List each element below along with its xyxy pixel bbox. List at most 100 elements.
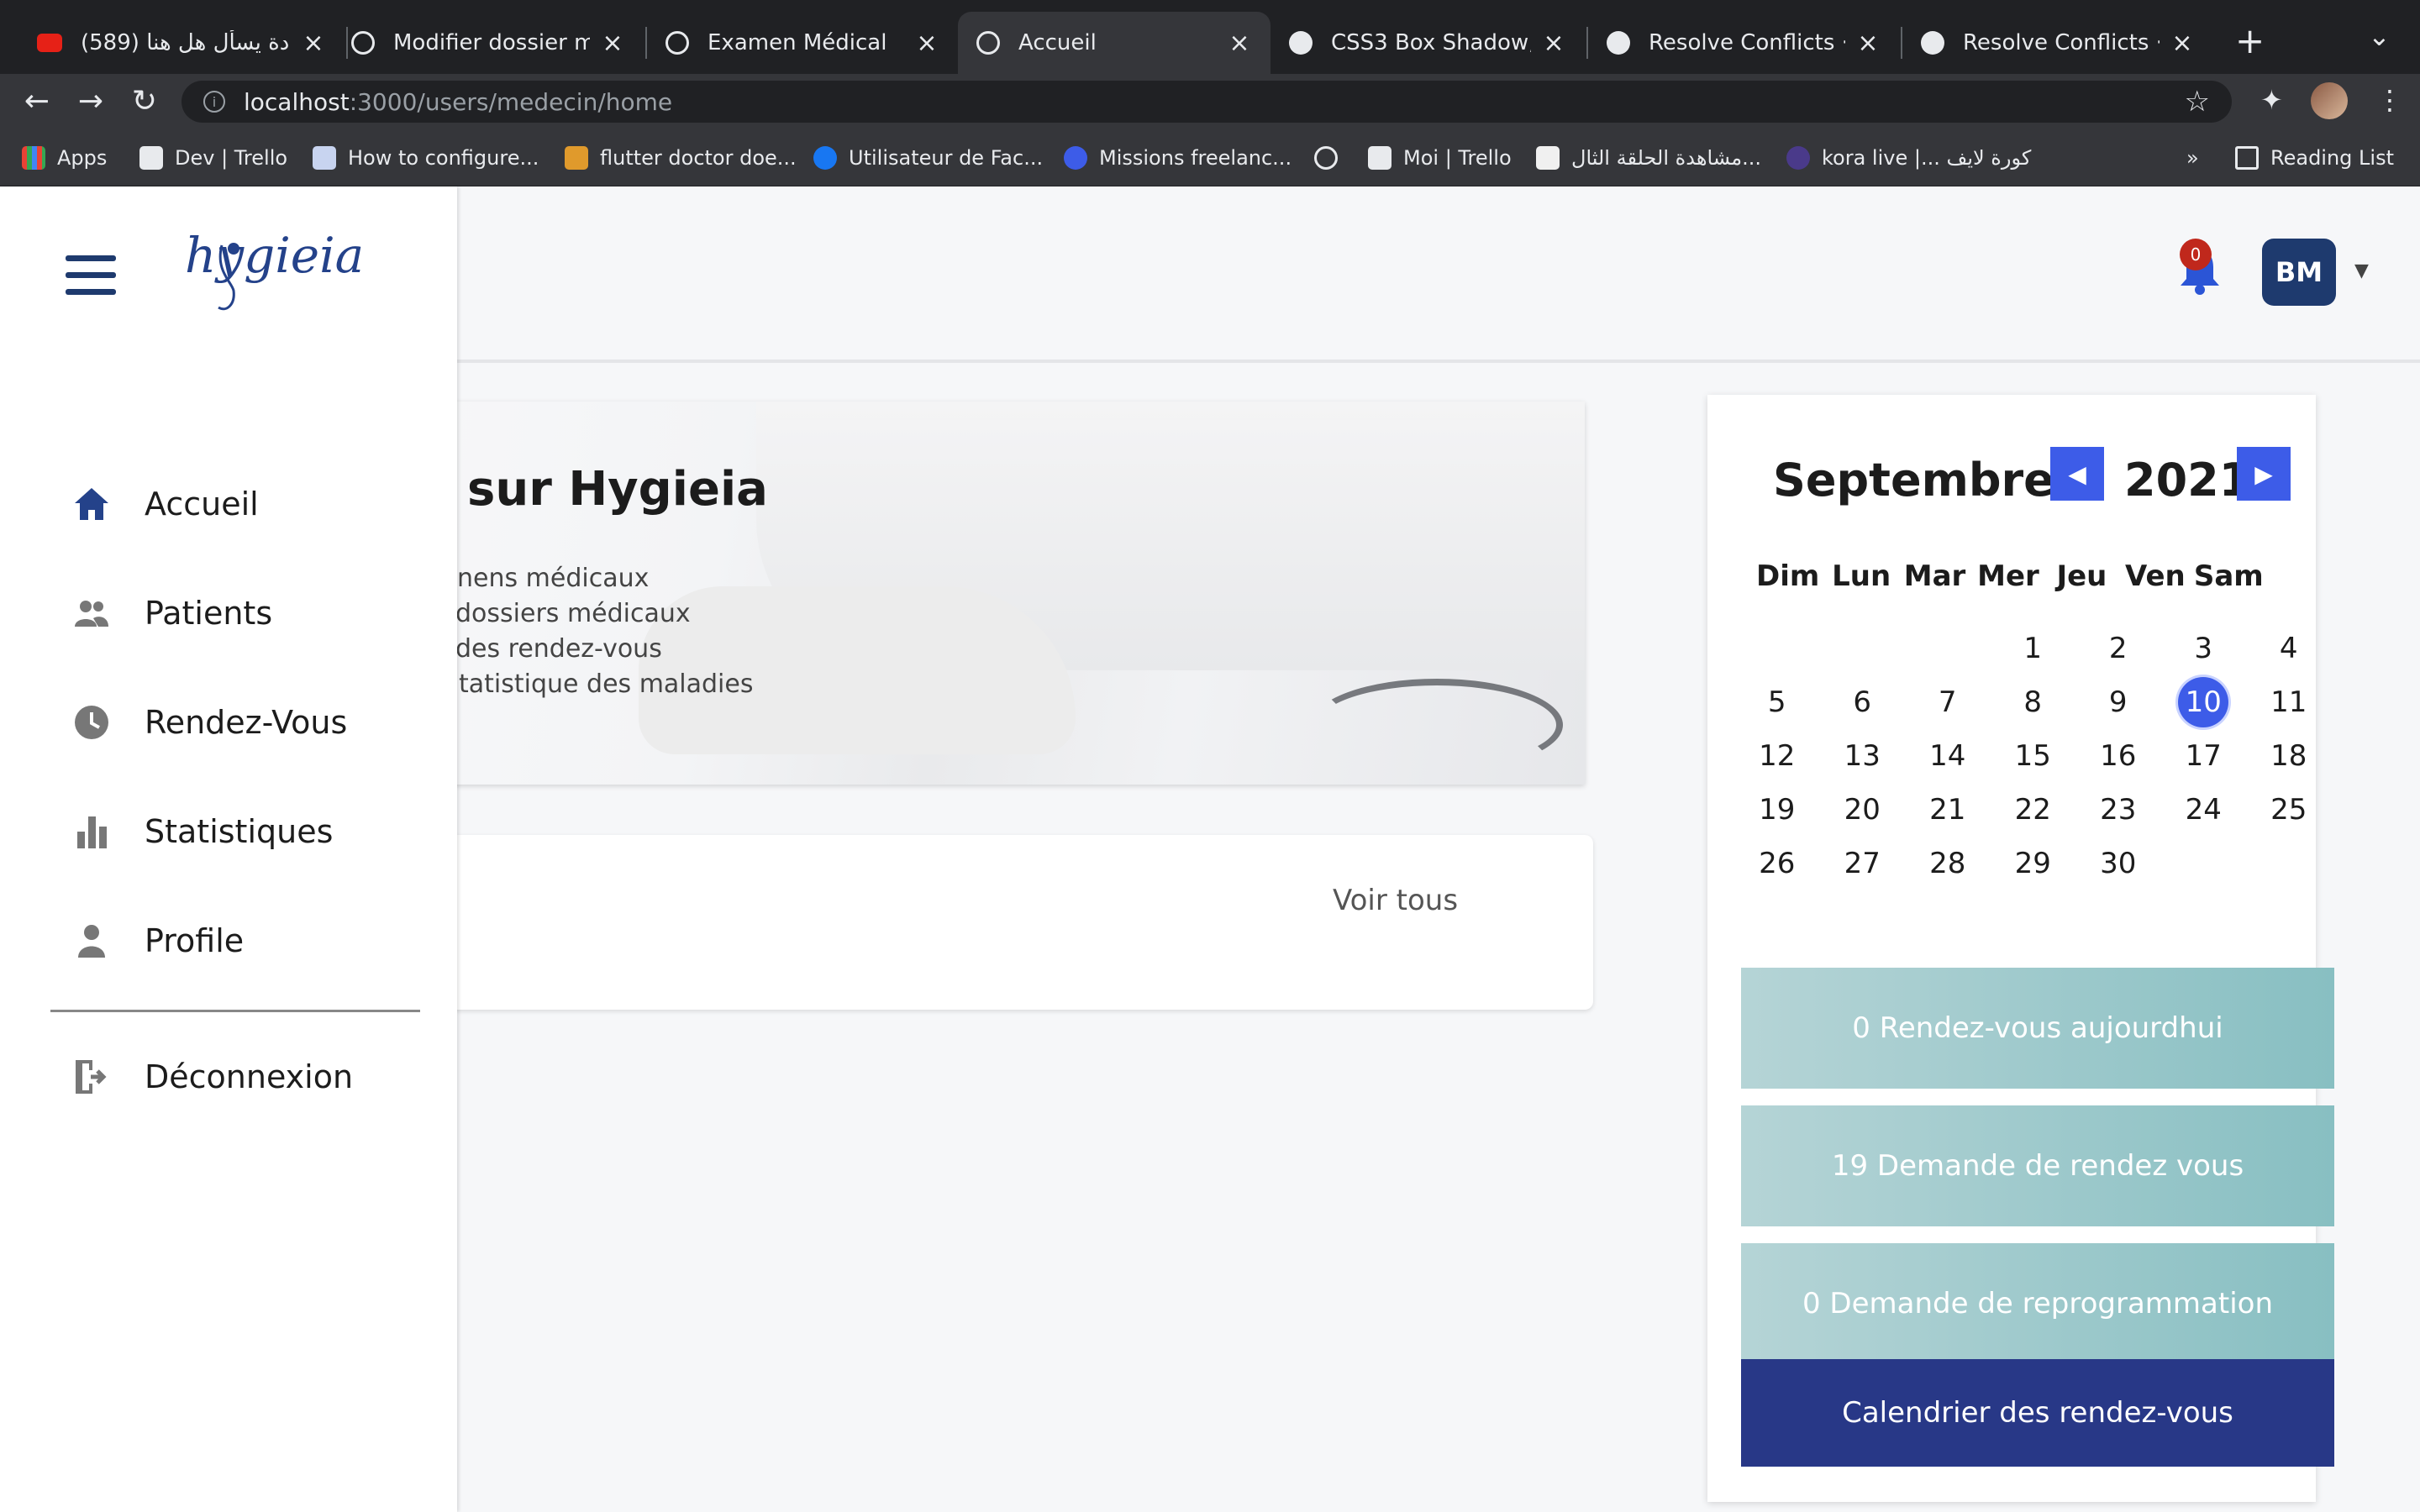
bookmark-apps[interactable]: Apps <box>22 143 107 173</box>
sidebar-item-label: Rendez-Vous <box>145 704 348 741</box>
close-icon[interactable]: × <box>1855 29 1881 58</box>
appointment-requests-button[interactable]: 19 Demande de rendez vous <box>1741 1105 2334 1226</box>
bookmark-globe[interactable] <box>1314 143 1349 173</box>
globe-icon <box>666 31 689 55</box>
calendar-day[interactable]: 29 <box>1991 837 2076 890</box>
sidebar-item-rendez-vous[interactable]: Rendez-Vous <box>72 697 347 748</box>
extensions-icon[interactable]: ✦ <box>2260 84 2283 116</box>
close-icon[interactable]: × <box>1227 29 1252 58</box>
calendar-day[interactable]: 3 <box>2161 622 2247 675</box>
browser-tab[interactable]: Resolve Conflicts · Pu × <box>1902 12 2213 74</box>
calendar-day-number: 22 <box>2014 793 2051 827</box>
calendar-day[interactable]: 21 <box>1905 783 1991 837</box>
appointments-calendar-button[interactable]: Calendrier des rendez-vous <box>1741 1359 2334 1467</box>
calendar-day[interactable]: 23 <box>2075 783 2161 837</box>
bookmark-item[interactable]: Moi | Trello <box>1368 143 1512 173</box>
sidebar-item-profile[interactable]: Profile <box>72 916 244 966</box>
calendar-day-number: 9 <box>2108 685 2128 719</box>
sidebar-item-accueil[interactable]: Accueil <box>72 479 259 529</box>
bookmark-item[interactable]: Missions freelanc... <box>1064 143 1292 173</box>
bookmark-label: Missions freelanc... <box>1099 146 1292 170</box>
stethoscope-logo-icon: hygieia <box>185 227 364 311</box>
bookmark-item[interactable]: kora live |... كورة لايف <box>1786 143 2031 173</box>
chevron-down-icon[interactable]: ▼ <box>2354 260 2369 281</box>
back-icon[interactable]: ← <box>17 81 57 121</box>
tab-search-icon[interactable]: ⌄ <box>2368 20 2391 52</box>
welcome-title: sur Hygieia <box>467 462 768 517</box>
calendar-day[interactable]: 6 <box>1820 675 1906 729</box>
calendar-day[interactable]: 16 <box>2075 729 2161 783</box>
see-all-link[interactable]: Voir tous <box>1333 884 1458 917</box>
reading-list[interactable]: Reading List <box>2235 143 2394 173</box>
forward-icon[interactable]: → <box>71 81 111 121</box>
browser-tab[interactable]: Resolve Conflicts · Pu × <box>1588 12 1899 74</box>
browser-menu-icon[interactable]: ⋮ <box>2376 84 2403 116</box>
calendar-day[interactable]: 25 <box>2246 783 2332 837</box>
browser-tab[interactable]: CSS3 Box Shadow, or × <box>1270 12 1585 74</box>
calendar-day[interactable]: 12 <box>1734 729 1820 783</box>
calendar-day-number: 16 <box>2100 739 2137 773</box>
calendar-day-number: 15 <box>2014 739 2051 773</box>
calendar-day[interactable]: 14 <box>1905 729 1991 783</box>
calendar-day[interactable]: 20 <box>1820 783 1906 837</box>
browser-tab[interactable]: Examen Médical × <box>647 12 958 74</box>
calendar-day[interactable]: 27 <box>1820 837 1906 890</box>
calendar-day[interactable]: 11 <box>2246 675 2332 729</box>
person-icon <box>72 921 111 960</box>
bookmark-item[interactable]: flutter doctor doe... <box>565 143 797 173</box>
logout-button[interactable]: Déconnexion <box>72 1052 353 1102</box>
site-info-icon[interactable]: i <box>203 91 225 113</box>
close-icon[interactable]: × <box>1541 29 1566 58</box>
calendar-day[interactable]: 1 <box>1991 622 2076 675</box>
calendar-day[interactable]: 13 <box>1820 729 1906 783</box>
tab-title: Modifier dossier médi <box>393 30 590 55</box>
close-icon[interactable]: × <box>2170 29 2195 58</box>
close-icon[interactable]: × <box>914 29 939 58</box>
calendar-day[interactable]: 2 <box>2075 622 2161 675</box>
calendar-day-today[interactable]: 10 <box>2161 675 2247 729</box>
new-tab-icon[interactable]: + <box>2235 20 2265 61</box>
next-month-button[interactable]: ▶ <box>2237 447 2291 501</box>
bookmark-item[interactable]: مشاهدة الحلقة الثال... <box>1536 143 1761 173</box>
calendar-day[interactable]: 15 <box>1991 729 2076 783</box>
sidebar-item-statistiques[interactable]: Statistiques <box>72 806 333 857</box>
calendar-day[interactable]: 28 <box>1905 837 1991 890</box>
notification-badge: 0 <box>2180 239 2212 270</box>
browser-tab[interactable]: (589) قادة يسأل هل هنا... × <box>18 12 345 74</box>
calendar-day[interactable]: 8 <box>1991 675 2076 729</box>
bookmarks-bar: Apps Dev | Trello How to configure... fl… <box>0 128 2420 186</box>
close-icon[interactable]: × <box>301 29 326 58</box>
calendar-day[interactable]: 4 <box>2246 622 2332 675</box>
facebook-icon <box>813 146 837 170</box>
browser-profile-avatar[interactable] <box>2311 82 2348 119</box>
bookmark-item[interactable]: Utilisateur de Fac... <box>813 143 1043 173</box>
bookmark-star-icon[interactable]: ☆ <box>2185 85 2210 118</box>
browser-tab-active[interactable]: Accueil × <box>958 12 1270 74</box>
calendar-day[interactable]: 19 <box>1734 783 1820 837</box>
reschedule-requests-button[interactable]: 0 Demande de reprogrammation <box>1741 1243 2334 1364</box>
bookmark-item[interactable]: How to configure... <box>313 143 539 173</box>
calendar-day[interactable]: 7 <box>1905 675 1991 729</box>
calendar-day[interactable]: 30 <box>2075 837 2161 890</box>
calendar-day[interactable]: 18 <box>2246 729 2332 783</box>
calendar-day[interactable]: 5 <box>1734 675 1820 729</box>
tab-title: (589) قادة يسأل هل هنا... <box>81 30 291 55</box>
user-avatar[interactable]: BM <box>2262 239 2336 306</box>
tab-title: CSS3 Box Shadow, or <box>1331 30 1531 55</box>
calendar-day[interactable]: 22 <box>1991 783 2076 837</box>
today-appointments-button[interactable]: 0 Rendez-vous aujourdhui <box>1741 968 2334 1089</box>
calendar-day[interactable]: 17 <box>2161 729 2247 783</box>
bookmarks-overflow[interactable]: » <box>2186 143 2199 173</box>
address-bar[interactable]: i localhost:3000/users/medecin/home ☆ <box>182 81 2232 123</box>
close-icon[interactable]: × <box>600 29 625 58</box>
previous-month-button[interactable]: ◀ <box>2050 447 2104 501</box>
reload-icon[interactable]: ↻ <box>124 81 165 121</box>
calendar-day[interactable]: 9 <box>2075 675 2161 729</box>
bar-chart-icon <box>72 812 111 851</box>
browser-tab[interactable]: Modifier dossier médi × <box>333 12 644 74</box>
sidebar-item-patients[interactable]: Patients <box>72 588 272 638</box>
calendar-day[interactable]: 24 <box>2161 783 2247 837</box>
menu-icon[interactable] <box>66 255 116 296</box>
calendar-day[interactable]: 26 <box>1734 837 1820 890</box>
bookmark-item[interactable]: Dev | Trello <box>139 143 287 173</box>
